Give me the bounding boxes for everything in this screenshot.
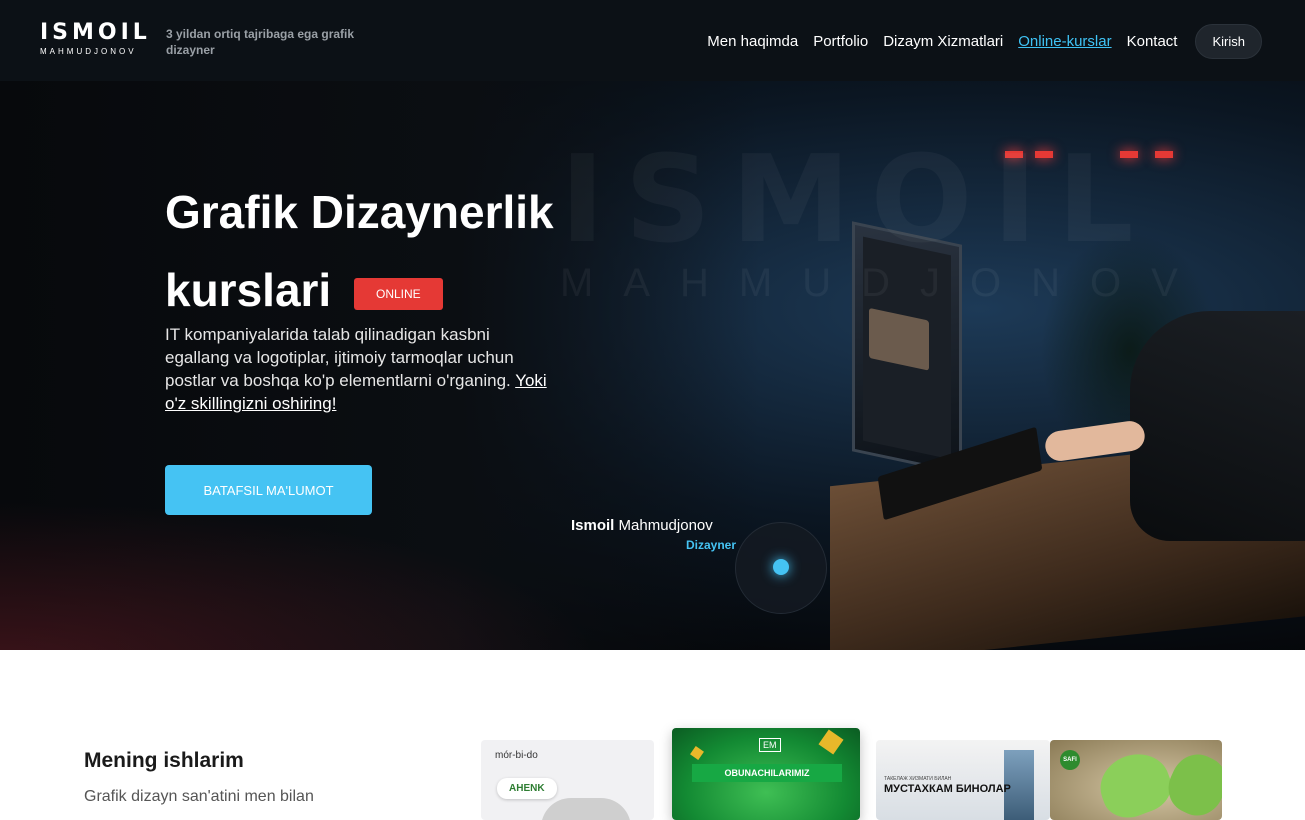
works-title: Mening ishlarim — [84, 749, 244, 772]
logo[interactable]: ISMOIL MAHMUDJONOV — [40, 20, 151, 57]
portfolio-thumb-obunachilar[interactable]: EM OBUNACHILARIMIZ — [672, 728, 860, 820]
signature-role: Dizayner — [686, 538, 737, 552]
thumb-big-text: МУСТАХКАМ БИНОЛАР — [884, 783, 1011, 795]
portfolio-thumb-safi[interactable]: SAFI — [1050, 740, 1222, 820]
hero-title-line2: kurslari ONLINE — [165, 251, 685, 329]
thumb-badge: SAFI — [1060, 750, 1080, 770]
thumb-bag — [1159, 746, 1222, 820]
hero-title-line1: Grafik Dizaynerlik — [165, 186, 554, 238]
main-nav: Men haqimda Portfolio Dizaym Xizmatlari … — [692, 24, 1262, 59]
nav-men-haqimda[interactable]: Men haqimda — [707, 33, 798, 50]
site-header: ISMOIL MAHMUDJONOV 3 yildan ortiq tajrib… — [0, 0, 1305, 81]
more-info-button[interactable]: BATAFSIL MA'LUMOT — [165, 465, 372, 515]
hero-title-line2-text: kurslari — [165, 264, 332, 316]
hero-glow — [0, 501, 600, 650]
nav-dizayn-xizmatlari[interactable]: Dizaym Xizmatlari — [883, 33, 1003, 50]
designer-signature: Ismoil Mahmudjonov — [571, 517, 713, 534]
confetti-shape — [690, 746, 704, 760]
logo-sub-text: MAHMUDJONOV — [40, 47, 137, 56]
login-button[interactable]: Kirish — [1195, 24, 1262, 59]
nav-online-kurslar[interactable]: Online-kurslar — [1018, 33, 1111, 50]
tagline: 3 yildan ortiq tajribaga ega grafik diza… — [166, 27, 355, 57]
nav-portfolio[interactable]: Portfolio — [813, 33, 868, 50]
confetti-shape — [818, 729, 844, 755]
hero-title: Grafik Dizaynerlik kurslari ONLINE — [165, 173, 685, 329]
thumb-small-text: ТАКЕЛАЖ ХИЗМАТИ БИЛАН — [884, 776, 952, 782]
signature-first-name: Ismoil — [571, 517, 615, 534]
online-badge: ONLINE — [354, 277, 443, 310]
thumb-bag — [1091, 744, 1179, 820]
thumb-band: OBUNACHILARIMIZ — [692, 764, 842, 782]
logo-main-text: ISMOIL — [40, 20, 151, 45]
portfolio-thumb-ahenk[interactable]: mór-bi-do AHENK — [481, 740, 654, 820]
ceiling-light — [1155, 151, 1173, 158]
scroll-orb-dot[interactable] — [773, 559, 789, 575]
nav-kontact[interactable]: Kontact — [1127, 33, 1178, 50]
hero-description: IT kompaniyalarida talab qilinadigan kas… — [165, 323, 555, 415]
hero-section: ISMOIL MAHMUDJONOV Grafik Dizaynerlik ku… — [0, 81, 1305, 650]
portfolio-thumb-binolar[interactable]: ТАКЕЛАЖ ХИЗМАТИ БИЛАН МУСТАХКАМ БИНОЛАР — [876, 740, 1050, 820]
hero-description-text: IT kompaniyalarida talab qilinadigan kas… — [165, 325, 514, 390]
signature-last-name: Mahmudjonov — [618, 517, 713, 534]
thumb-pill: AHENK — [497, 778, 557, 799]
thumb-shelf — [541, 798, 631, 820]
works-description: Grafik dizayn san'atini men bilan — [84, 788, 314, 805]
thumb-brand: mór-bi-do — [495, 750, 538, 761]
person — [1130, 311, 1305, 541]
thumb-logo: EM — [759, 738, 781, 752]
